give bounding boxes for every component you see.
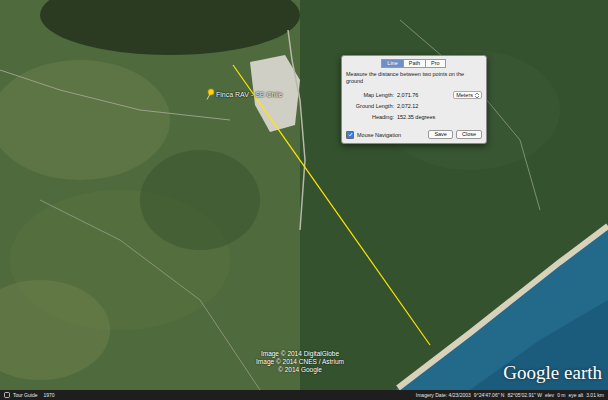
measure-value: 2,071.76 [397, 92, 418, 98]
latitude: 9°24'47.06" N [474, 392, 505, 398]
attribution-line: Image © 2014 CNES / Astrium [256, 358, 344, 366]
check-icon [348, 132, 353, 137]
ruler-dialog[interactable]: LinePathPro Measure the distance between … [341, 55, 487, 144]
measure-row: Heading:152.35 degrees [346, 113, 482, 121]
google-earth-window: Finca RAV - SE Chile LinePathPro Measure t… [0, 0, 608, 400]
unit-select[interactable]: Meters [453, 91, 482, 99]
eye-alt-value: 3.01 km [586, 392, 604, 398]
pushpin-icon [205, 88, 215, 100]
eye-alt-label: eye alt [568, 392, 583, 398]
dropdown-arrow-icon [475, 93, 479, 98]
google-earth-logo: Google earth [503, 362, 602, 384]
tour-guide-icon [4, 392, 10, 398]
measure-value: 2,072.12 [397, 103, 418, 109]
placemark-label: Finca RAV - SE Chile [216, 90, 282, 99]
longitude: 82°05'02.91" W [507, 392, 541, 398]
ruler-tabs: LinePathPro [346, 59, 482, 68]
tour-guide-label: Tour Guide [13, 392, 37, 398]
ruler-tab[interactable]: Pro [425, 59, 446, 68]
status-bar: Tour Guide 1970 Imagery Date: 4/23/20039°2… [0, 390, 608, 400]
attribution-line: Image © 2014 DigitalGlobe [261, 350, 339, 358]
ruler-footer: Mouse NavigationSaveClose [346, 130, 482, 139]
measure-value: 152.35 degrees [397, 114, 435, 120]
historical-year[interactable]: 1970 [43, 392, 54, 398]
dialog-button[interactable]: Close [456, 130, 482, 139]
attribution-line: © 2014 Google [278, 366, 322, 374]
measure-line[interactable] [0, 0, 608, 390]
measure-label: Map Length: [346, 92, 394, 98]
ruler-tab[interactable]: Path [403, 59, 426, 68]
dialog-button[interactable]: Save [428, 130, 453, 139]
elev-label: elev [545, 392, 554, 398]
measure-label: Ground Length: [346, 103, 394, 109]
ruler-tab[interactable]: Line [381, 59, 403, 68]
attribution: Image © 2014 DigitalGlobeImage © 2014 CN… [245, 350, 355, 374]
measure-row: Ground Length:2,072.12 [346, 102, 482, 110]
ruler-description: Measure the distance between two points … [346, 71, 482, 85]
mouse-navigation-checkbox[interactable] [346, 131, 354, 139]
imagery-date: Imagery Date: 4/23/2003 [416, 392, 471, 398]
measure-label: Heading: [346, 114, 394, 120]
map-view[interactable]: Finca RAV - SE Chile LinePathPro Measure t… [0, 0, 608, 390]
satellite-imagery[interactable] [0, 0, 608, 390]
tour-guide[interactable]: Tour Guide [4, 392, 37, 398]
measure-row: Map Length:2,071.76 Meters [346, 91, 482, 99]
elev-value: 0 m [557, 392, 565, 398]
placemark[interactable]: Finca RAV - SE Chile [205, 88, 282, 100]
mouse-navigation-label: Mouse Navigation [357, 132, 425, 138]
view-info: Imagery Date: 4/23/20039°24'47.06" N82°0… [416, 392, 604, 398]
